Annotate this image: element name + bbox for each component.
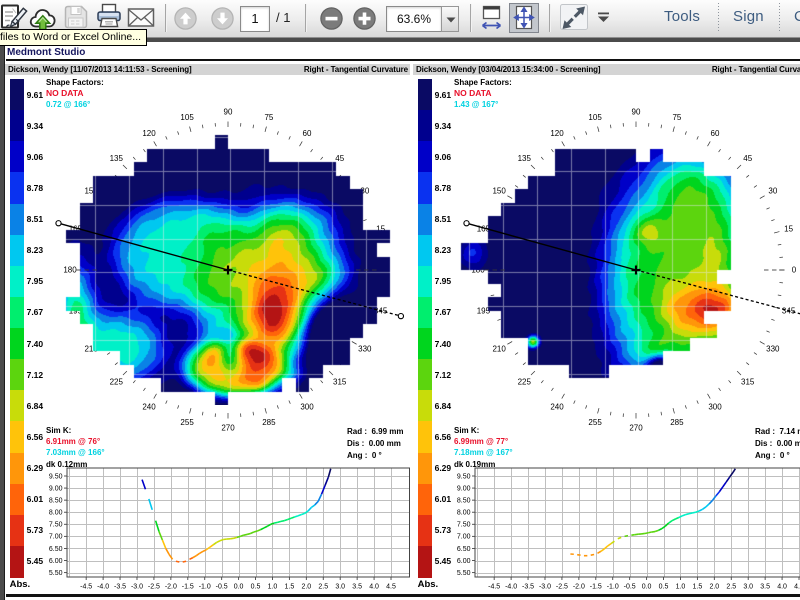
sign-button[interactable]: Sign — [733, 8, 764, 25]
plot-x-tick-label: 4.5 — [386, 584, 396, 591]
plot-y-tick-label: 8.50 — [49, 497, 63, 504]
plot-y-tick-label: 8.00 — [457, 510, 471, 517]
plot-x-tick-label: 3.0 — [335, 584, 345, 591]
plot-x-tick-label: 4.0 — [369, 584, 379, 591]
toolbar-separator — [779, 3, 780, 33]
plot-x-tick-label: 2.5 — [318, 584, 328, 591]
plot-x-tick-label: 0.0 — [234, 584, 244, 591]
tools-button[interactable]: Tools — [664, 8, 700, 25]
plot-x-tick-label: -4.0 — [97, 584, 109, 591]
plot-x-tick-label: -2.5 — [556, 584, 568, 591]
map-measure-overlay — [408, 90, 800, 480]
toolbar-separator — [305, 4, 307, 32]
zoom-in-icon[interactable] — [353, 7, 377, 36]
plot-x-tick-label: 3.5 — [760, 584, 770, 591]
plot-x-tick-label: 0.5 — [251, 584, 261, 591]
shape-factors-label: Shape Factors: — [454, 77, 512, 88]
page-total-label: / 1 — [276, 6, 290, 30]
zoom-level-input[interactable]: 63.6% — [386, 6, 442, 32]
plot-y-tick-label: 7.00 — [457, 534, 471, 541]
plot-x-tick-label: -2.0 — [573, 584, 585, 591]
plot-x-tick-label: -1.0 — [607, 584, 619, 591]
plot-y-tick-label: 7.50 — [457, 522, 471, 529]
plot-x-tick-label: -0.5 — [216, 584, 228, 591]
plot-x-tick-label: 1.5 — [285, 584, 295, 591]
report-title: Medmont Studio — [7, 47, 85, 58]
plot-y-tick-label: 8.00 — [49, 510, 63, 517]
map-measure-overlay — [0, 90, 420, 480]
plot-x-tick-label: -4.5 — [80, 584, 92, 591]
patient-exam-label: Dickson, Wendy [03/04/2013 15:34:00 - Sc… — [416, 65, 600, 74]
plot-x-tick-label: 4.0 — [777, 584, 787, 591]
plot-y-tick-label: 6.50 — [49, 546, 63, 553]
toolbar-separator — [470, 4, 472, 32]
plot-y-tick-label: 8.50 — [457, 497, 471, 504]
toolbar-separator — [718, 3, 719, 33]
plot-x-tick-label: 1.0 — [268, 584, 278, 591]
plot-x-tick-label: -4.0 — [505, 584, 517, 591]
plot-x-tick-label: 2.0 — [301, 584, 311, 591]
plot-y-tick-label: 5.50 — [49, 570, 63, 577]
plot-x-tick-label: -1.5 — [590, 584, 602, 591]
plot-y-tick-label: 6.50 — [457, 546, 471, 553]
plot-x-tick-label: 1.5 — [693, 584, 703, 591]
reading-mode-icon[interactable] — [560, 4, 588, 37]
plot-y-tick-label: 6.00 — [457, 558, 471, 565]
plot-x-tick-label: -3.0 — [539, 584, 551, 591]
plot-x-tick-label: -3.5 — [522, 584, 534, 591]
plot-y-tick-label: 9.00 — [457, 485, 471, 492]
page-down-icon[interactable] — [211, 7, 235, 36]
fit-width-icon[interactable] — [480, 5, 504, 37]
plot-y-tick-label: 6.00 — [49, 558, 63, 565]
plot-x-tick-label: 2.5 — [726, 584, 736, 591]
plot-x-tick-label: 3.5 — [352, 584, 362, 591]
plot-x-tick-label: -1.0 — [199, 584, 211, 591]
profile-curve — [142, 469, 331, 562]
plot-x-tick-label: -0.5 — [624, 584, 636, 591]
shape-factors-label: Shape Factors: — [46, 77, 104, 88]
panel-header-bar: Dickson, Wendy [03/04/2013 15:34:00 - Sc… — [413, 64, 800, 75]
toolbar-separator — [549, 4, 551, 32]
profile-plot: 9.509.008.508.007.507.006.506.005.50-4.5… — [0, 465, 420, 600]
map-type-label: Right - Tangential Curvature — [304, 65, 408, 74]
map-center-cross — [632, 266, 641, 275]
patient-exam-label: Dickson, Wendy [11/07/2013 14:11:53 - Sc… — [8, 65, 192, 74]
plot-y-tick-label: 7.00 — [49, 534, 63, 541]
fit-page-icon[interactable] — [509, 3, 539, 38]
plot-x-tick-label: 0.0 — [642, 584, 652, 591]
plot-x-tick-label: -4.5 — [488, 584, 500, 591]
plot-x-tick-label: 1.0 — [676, 584, 686, 591]
report-title-rule — [6, 59, 800, 61]
menu-chevron-icon[interactable] — [597, 11, 611, 29]
toolbar-separator — [165, 4, 167, 32]
plot-y-tick-label: 5.50 — [457, 570, 471, 577]
profile-plot: 9.509.008.508.007.507.006.506.005.50-4.5… — [408, 465, 800, 600]
plot-x-tick-label: 0.5 — [659, 584, 669, 591]
comment-button[interactable]: Comment — [794, 8, 800, 25]
plot-x-tick-label: -3.0 — [131, 584, 143, 591]
plot-x-tick-label: -3.5 — [114, 584, 126, 591]
panel-header-bar: Dickson, Wendy [11/07/2013 14:11:53 - Sc… — [5, 64, 410, 75]
page-number-input[interactable]: 1 — [240, 6, 270, 32]
tooltip: files to Word or Excel Online... — [0, 29, 147, 46]
zoom-dropdown-button[interactable] — [441, 6, 459, 32]
zoom-out-icon[interactable] — [320, 7, 344, 36]
page-up-icon[interactable] — [174, 7, 198, 36]
plot-x-tick-label: -2.0 — [165, 584, 177, 591]
plot-y-tick-label: 9.00 — [49, 485, 63, 492]
adobe-reader-window: 1 / 1 63.6% Tools Sign Comment Medmont Studio… — [0, 0, 800, 600]
map-type-label: Right - Tangential Curvature — [712, 65, 800, 74]
plot-x-tick-label: -2.5 — [148, 584, 160, 591]
plot-x-tick-label: -1.5 — [182, 584, 194, 591]
plot-y-tick-label: 7.50 — [49, 522, 63, 529]
plot-x-tick-label: 4.5 — [794, 584, 800, 591]
plot-x-tick-label: 3.0 — [743, 584, 753, 591]
plot-x-tick-label: 2.0 — [709, 584, 719, 591]
map-center-cross — [224, 266, 233, 275]
